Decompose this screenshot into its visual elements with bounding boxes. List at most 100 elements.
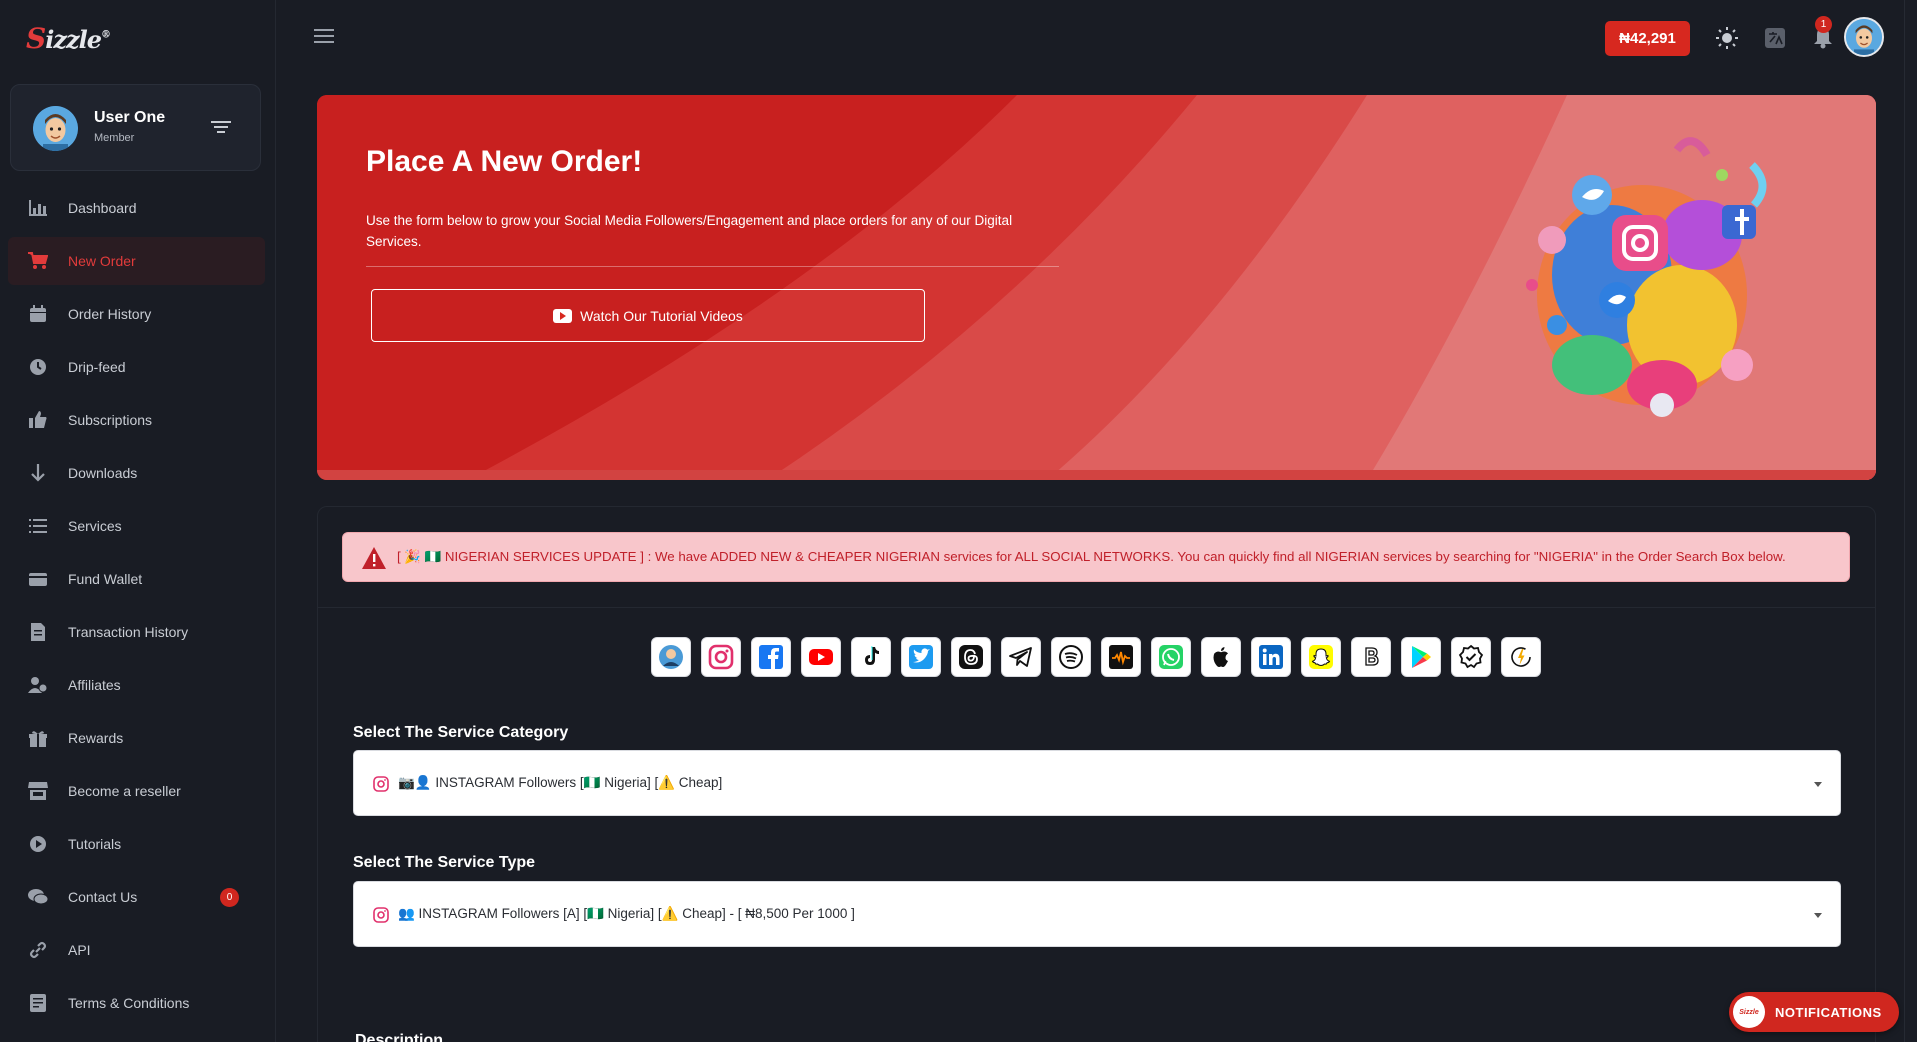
platform-verified-button[interactable] bbox=[1451, 637, 1491, 677]
sidebar-item-affiliates[interactable]: Affiliates bbox=[8, 661, 265, 709]
platform-linkedin-button[interactable] bbox=[1251, 637, 1291, 677]
page-title: Place A New Order! bbox=[366, 145, 643, 178]
sidebar-item-tutorials[interactable]: Tutorials bbox=[8, 820, 265, 868]
platform-twitter-button[interactable] bbox=[901, 637, 941, 677]
platform-spotify-button[interactable] bbox=[1051, 637, 1091, 677]
platform-snapchat-button[interactable] bbox=[1301, 637, 1341, 677]
sidebar-item-dashboard[interactable]: Dashboard bbox=[8, 184, 265, 232]
twitter-icon bbox=[909, 645, 933, 669]
sidebar-item-new-order[interactable]: New Order bbox=[8, 237, 265, 285]
sidebar-item-label: API bbox=[68, 942, 91, 958]
sidebar-item-label: Transaction History bbox=[68, 624, 189, 640]
service-category-select[interactable]: 📷👤 INSTAGRAM Followers [🇳🇬 Nigeria] [⚠️ … bbox=[353, 750, 1841, 816]
wallet-icon bbox=[27, 568, 49, 590]
platform-telegram-button[interactable] bbox=[1001, 637, 1041, 677]
user-name: User One bbox=[94, 109, 166, 126]
sidebar-item-label: Order History bbox=[68, 306, 152, 322]
snapchat-icon bbox=[1309, 645, 1333, 669]
sidebar-item-contact-us[interactable]: Contact Us 0 bbox=[8, 873, 265, 921]
sidebar-item-downloads[interactable]: Downloads bbox=[8, 449, 265, 497]
brand-logo[interactable]: Sizzle® bbox=[26, 18, 111, 58]
sidebar-item-fund-wallet[interactable]: Fund Wallet bbox=[8, 555, 265, 603]
social-media-illustration bbox=[1526, 137, 1767, 417]
profile-icon bbox=[659, 645, 683, 669]
telegram-icon bbox=[1009, 647, 1032, 667]
alert-text: [ 🎉 🇳🇬 NIGERIAN SERVICES UPDATE ] : We h… bbox=[397, 549, 1786, 564]
apple-icon bbox=[1213, 647, 1228, 667]
hamburger-menu-icon[interactable] bbox=[314, 28, 334, 44]
sidebar-item-label: Drip-feed bbox=[68, 359, 126, 375]
sidebar-item-label: Tutorials bbox=[68, 836, 122, 852]
sidebar-item-order-history[interactable]: Order History bbox=[8, 290, 265, 338]
sidebar-item-become-reseller[interactable]: Become a reseller bbox=[8, 767, 265, 815]
chevron-down-icon bbox=[1814, 913, 1822, 918]
platform-tiktok-button[interactable] bbox=[851, 637, 891, 677]
platform-instagram-button[interactable] bbox=[701, 637, 741, 677]
wallet-balance-button[interactable]: ₦42,291 bbox=[1605, 21, 1690, 56]
platform-youtube-button[interactable] bbox=[801, 637, 841, 677]
thumbs-up-icon bbox=[27, 409, 49, 431]
clock-icon bbox=[27, 356, 49, 378]
sidebar-item-label: Contact Us bbox=[68, 889, 138, 905]
logo-word: izzle bbox=[45, 24, 102, 54]
user-card[interactable]: User One Member bbox=[10, 84, 261, 171]
platform-apple-button[interactable] bbox=[1201, 637, 1241, 677]
sidebar-item-label: Subscriptions bbox=[68, 412, 153, 428]
contact-badge: 0 bbox=[220, 887, 239, 907]
theme-toggle-sun-icon[interactable] bbox=[1715, 26, 1739, 50]
arrow-down-icon bbox=[27, 462, 49, 484]
google-play-icon bbox=[1412, 646, 1431, 668]
platform-facebook-button[interactable] bbox=[751, 637, 791, 677]
notification-count-badge: 1 bbox=[1815, 16, 1832, 33]
notifications-button[interactable]: Sizzle NOTIFICATIONS bbox=[1729, 992, 1899, 1032]
platform-boomplay-button[interactable] bbox=[1351, 637, 1391, 677]
youtube-icon bbox=[553, 308, 573, 323]
platform-audiomack-button[interactable] bbox=[1101, 637, 1141, 677]
hero-divider bbox=[366, 266, 1059, 267]
platform-threads-button[interactable] bbox=[951, 637, 991, 677]
platform-whatsapp-button[interactable] bbox=[1151, 637, 1191, 677]
link-icon bbox=[27, 939, 49, 961]
sidebar-item-drip-feed[interactable]: Drip-feed bbox=[8, 343, 265, 391]
facebook-icon bbox=[759, 645, 783, 669]
service-type-select[interactable]: 👥 INSTAGRAM Followers [A] [🇳🇬 Nigeria] [… bbox=[353, 881, 1841, 947]
logo-letter: S bbox=[26, 21, 46, 55]
receipt-icon bbox=[27, 621, 49, 643]
play-circle-icon bbox=[27, 833, 49, 855]
sidebar: Sizzle® User One Member Dashboard New Or… bbox=[0, 0, 276, 1042]
hero-banner: Place A New Order! Use the form below to… bbox=[317, 95, 1876, 480]
instagram-icon bbox=[373, 776, 389, 792]
sidebar-item-label: Affiliates bbox=[68, 677, 121, 693]
page-scrollbar[interactable] bbox=[1904, 0, 1917, 1042]
platform-profile-button[interactable] bbox=[651, 637, 691, 677]
sidebar-item-transaction-history[interactable]: Transaction History bbox=[8, 608, 265, 656]
watch-tutorial-button[interactable]: Watch Our Tutorial Videos bbox=[371, 289, 925, 342]
filter-icon[interactable] bbox=[211, 119, 231, 135]
platform-filter-bar bbox=[651, 637, 1541, 677]
hero-description: Use the form below to grow your Social M… bbox=[366, 213, 1013, 249]
brand-logo-small: Sizzle bbox=[1733, 996, 1765, 1028]
sidebar-item-label: New Order bbox=[68, 253, 136, 269]
service-type-value: 👥 INSTAGRAM Followers [A] [🇳🇬 Nigeria] [… bbox=[398, 906, 855, 921]
sidebar-item-rewards[interactable]: Rewards bbox=[8, 714, 265, 762]
sidebar-item-api[interactable]: API bbox=[8, 926, 265, 974]
instagram-icon bbox=[708, 644, 734, 670]
sidebar-item-subscriptions[interactable]: Subscriptions bbox=[8, 396, 265, 444]
app-root: Sizzle® User One Member Dashboard New Or… bbox=[0, 0, 1917, 1042]
service-type-label: Select The Service Type bbox=[353, 854, 536, 871]
whatsapp-icon bbox=[1159, 645, 1183, 669]
sidebar-item-services[interactable]: Services bbox=[8, 502, 265, 550]
sidebar-item-label: Dashboard bbox=[68, 200, 137, 216]
boomplay-icon bbox=[1365, 647, 1379, 666]
panel-divider bbox=[318, 607, 1875, 608]
store-icon bbox=[27, 780, 49, 802]
sidebar-nav: Dashboard New Order Order History Drip-f… bbox=[8, 184, 265, 1032]
chevron-down-icon bbox=[1814, 782, 1822, 787]
platform-google-play-button[interactable] bbox=[1401, 637, 1441, 677]
tiktok-icon bbox=[865, 646, 879, 665]
translate-icon[interactable] bbox=[1763, 26, 1787, 50]
platform-other-button[interactable] bbox=[1501, 637, 1541, 677]
avatar[interactable] bbox=[1844, 17, 1884, 57]
threads-icon bbox=[959, 645, 983, 669]
sidebar-item-terms[interactable]: Terms & Conditions bbox=[8, 979, 265, 1027]
